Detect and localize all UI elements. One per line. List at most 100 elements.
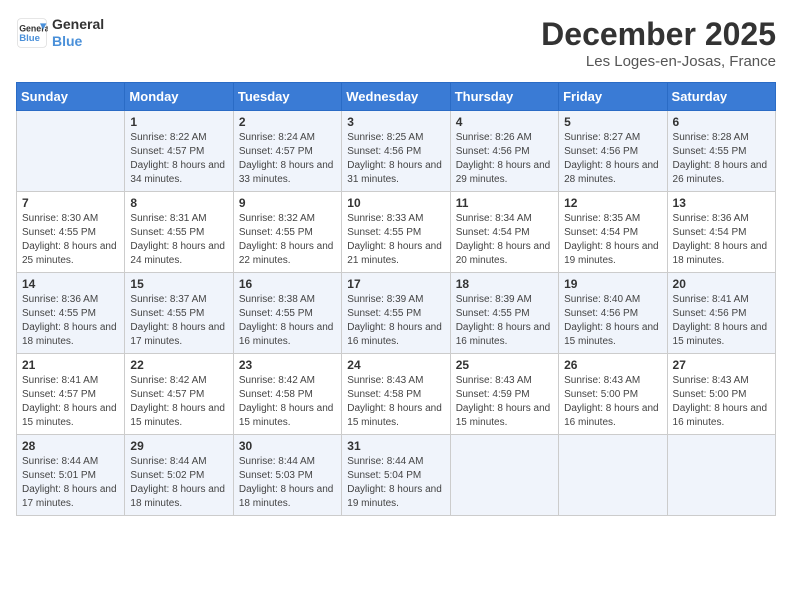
day-number: 11	[456, 196, 553, 210]
col-wednesday: Wednesday	[342, 83, 450, 111]
day-info: Sunrise: 8:43 AM Sunset: 5:00 PM Dayligh…	[673, 374, 770, 430]
day-info: Sunrise: 8:42 AM Sunset: 4:58 PM Dayligh…	[239, 374, 336, 430]
calendar-cell: 4 Sunrise: 8:26 AM Sunset: 4:56 PM Daylig…	[450, 111, 558, 192]
month-title: December 2025	[541, 16, 776, 53]
day-info: Sunrise: 8:41 AM Sunset: 4:57 PM Dayligh…	[22, 374, 119, 430]
calendar-cell: 20Sunrise: 8:41 AM Sunset: 4:56 PM Dayli…	[667, 273, 775, 354]
day-info: Sunrise: 8:43 AM Sunset: 5:00 PM Dayligh…	[564, 374, 661, 430]
day-number: 28	[22, 439, 119, 453]
calendar-week-2: 7 Sunrise: 8:30 AM Sunset: 4:55 PM Daylig…	[17, 192, 776, 273]
calendar-cell: 8Sunrise: 8:31 AM Sunset: 4:55 PM Daylig…	[125, 192, 233, 273]
calendar-cell: 27 Sunrise: 8:43 AM Sunset: 5:00 PM Dayli…	[667, 354, 775, 435]
calendar-cell: 9Sunrise: 8:32 AM Sunset: 4:55 PM Daylig…	[233, 192, 341, 273]
calendar-cell: 26Sunrise: 8:43 AM Sunset: 5:00 PM Dayli…	[559, 354, 667, 435]
day-info: Sunrise: 8:34 AM Sunset: 4:54 PM Dayligh…	[456, 212, 553, 268]
logo-text-blue: Blue	[52, 33, 104, 50]
day-info: Sunrise: 8:30 AM Sunset: 4:55 PM Dayligh…	[22, 212, 119, 268]
day-number: 13	[673, 196, 770, 210]
day-number: 15	[130, 277, 227, 291]
col-friday: Friday	[559, 83, 667, 111]
calendar-week-1: 1 Sunrise: 8:22 AM Sunset: 4:57 PM Daylig…	[17, 111, 776, 192]
calendar-cell: 17Sunrise: 8:39 AM Sunset: 4:55 PM Dayli…	[342, 273, 450, 354]
day-info: Sunrise: 8:35 AM Sunset: 4:54 PM Dayligh…	[564, 212, 661, 268]
day-number: 10	[347, 196, 444, 210]
day-info: Sunrise: 8:38 AM Sunset: 4:55 PM Dayligh…	[239, 293, 336, 349]
calendar-cell	[559, 435, 667, 516]
calendar-cell: 12Sunrise: 8:35 AM Sunset: 4:54 PM Dayli…	[559, 192, 667, 273]
calendar-cell	[450, 435, 558, 516]
day-info: Sunrise: 8:33 AM Sunset: 4:55 PM Dayligh…	[347, 212, 444, 268]
day-info: Sunrise: 8:44 AM Sunset: 5:03 PM Dayligh…	[239, 455, 336, 511]
calendar-cell: 23 Sunrise: 8:42 AM Sunset: 4:58 PM Dayli…	[233, 354, 341, 435]
day-number: 24	[347, 358, 444, 372]
day-info: Sunrise: 8:42 AM Sunset: 4:57 PM Dayligh…	[130, 374, 227, 430]
calendar-cell: 2 Sunrise: 8:24 AM Sunset: 4:57 PM Daylig…	[233, 111, 341, 192]
calendar-week-5: 28 Sunrise: 8:44 AM Sunset: 5:01 PM Dayli…	[17, 435, 776, 516]
calendar-cell	[667, 435, 775, 516]
day-number: 21	[22, 358, 119, 372]
day-info: Sunrise: 8:43 AM Sunset: 4:58 PM Dayligh…	[347, 374, 444, 430]
calendar-cell: 25 Sunrise: 8:43 AM Sunset: 4:59 PM Dayli…	[450, 354, 558, 435]
day-number: 31	[347, 439, 444, 453]
col-thursday: Thursday	[450, 83, 558, 111]
calendar-cell: 16Sunrise: 8:38 AM Sunset: 4:55 PM Dayli…	[233, 273, 341, 354]
day-number: 14	[22, 277, 119, 291]
day-info: Sunrise: 8:28 AM Sunset: 4:55 PM Dayligh…	[673, 131, 770, 187]
day-number: 7	[22, 196, 119, 210]
col-sunday: Sunday	[17, 83, 125, 111]
day-info: Sunrise: 8:22 AM Sunset: 4:57 PM Dayligh…	[130, 131, 227, 187]
day-number: 29	[130, 439, 227, 453]
day-info: Sunrise: 8:32 AM Sunset: 4:55 PM Dayligh…	[239, 212, 336, 268]
calendar-week-3: 14 Sunrise: 8:36 AM Sunset: 4:55 PM Dayli…	[17, 273, 776, 354]
calendar-cell: 28 Sunrise: 8:44 AM Sunset: 5:01 PM Dayli…	[17, 435, 125, 516]
day-number: 4	[456, 115, 553, 129]
day-number: 25	[456, 358, 553, 372]
calendar-table: Sunday Monday Tuesday Wednesday Thursday…	[16, 82, 776, 516]
calendar-cell: 3Sunrise: 8:25 AM Sunset: 4:56 PM Daylig…	[342, 111, 450, 192]
location: Les Loges-en-Josas, France	[541, 53, 776, 70]
day-number: 2	[239, 115, 336, 129]
day-info: Sunrise: 8:37 AM Sunset: 4:55 PM Dayligh…	[130, 293, 227, 349]
day-number: 1	[130, 115, 227, 129]
calendar-cell: 10 Sunrise: 8:33 AM Sunset: 4:55 PM Dayli…	[342, 192, 450, 273]
calendar-cell: 6 Sunrise: 8:28 AM Sunset: 4:55 PM Daylig…	[667, 111, 775, 192]
day-number: 8	[130, 196, 227, 210]
calendar-cell: 1 Sunrise: 8:22 AM Sunset: 4:57 PM Daylig…	[125, 111, 233, 192]
day-info: Sunrise: 8:27 AM Sunset: 4:56 PM Dayligh…	[564, 131, 661, 187]
title-block: December 2025 Les Loges-en-Josas, France	[541, 16, 776, 70]
header-row: Sunday Monday Tuesday Wednesday Thursday…	[17, 83, 776, 111]
logo-text-general: General	[52, 16, 104, 33]
calendar-cell: 24 Sunrise: 8:43 AM Sunset: 4:58 PM Dayli…	[342, 354, 450, 435]
day-info: Sunrise: 8:44 AM Sunset: 5:01 PM Dayligh…	[22, 455, 119, 511]
day-info: Sunrise: 8:26 AM Sunset: 4:56 PM Dayligh…	[456, 131, 553, 187]
day-info: Sunrise: 8:43 AM Sunset: 4:59 PM Dayligh…	[456, 374, 553, 430]
col-saturday: Saturday	[667, 83, 775, 111]
day-info: Sunrise: 8:44 AM Sunset: 5:02 PM Dayligh…	[130, 455, 227, 511]
day-info: Sunrise: 8:39 AM Sunset: 4:55 PM Dayligh…	[456, 293, 553, 349]
day-number: 27	[673, 358, 770, 372]
day-number: 30	[239, 439, 336, 453]
day-info: Sunrise: 8:40 AM Sunset: 4:56 PM Dayligh…	[564, 293, 661, 349]
day-number: 23	[239, 358, 336, 372]
calendar-cell: 31 Sunrise: 8:44 AM Sunset: 5:04 PM Dayli…	[342, 435, 450, 516]
col-monday: Monday	[125, 83, 233, 111]
day-info: Sunrise: 8:36 AM Sunset: 4:54 PM Dayligh…	[673, 212, 770, 268]
calendar-cell: 29 Sunrise: 8:44 AM Sunset: 5:02 PM Dayli…	[125, 435, 233, 516]
calendar-cell: 13 Sunrise: 8:36 AM Sunset: 4:54 PM Dayli…	[667, 192, 775, 273]
calendar-cell: 18 Sunrise: 8:39 AM Sunset: 4:55 PM Dayli…	[450, 273, 558, 354]
calendar-cell: 5 Sunrise: 8:27 AM Sunset: 4:56 PM Daylig…	[559, 111, 667, 192]
day-number: 19	[564, 277, 661, 291]
day-number: 18	[456, 277, 553, 291]
day-number: 3	[347, 115, 444, 129]
calendar-cell	[17, 111, 125, 192]
calendar-cell: 14 Sunrise: 8:36 AM Sunset: 4:55 PM Dayli…	[17, 273, 125, 354]
day-info: Sunrise: 8:24 AM Sunset: 4:57 PM Dayligh…	[239, 131, 336, 187]
logo: General Blue General Blue	[16, 16, 104, 50]
day-info: Sunrise: 8:39 AM Sunset: 4:55 PM Dayligh…	[347, 293, 444, 349]
calendar-cell: 19 Sunrise: 8:40 AM Sunset: 4:56 PM Dayli…	[559, 273, 667, 354]
day-info: Sunrise: 8:36 AM Sunset: 4:55 PM Dayligh…	[22, 293, 119, 349]
calendar-cell: 21 Sunrise: 8:41 AM Sunset: 4:57 PM Dayli…	[17, 354, 125, 435]
day-info: Sunrise: 8:44 AM Sunset: 5:04 PM Dayligh…	[347, 455, 444, 511]
day-number: 5	[564, 115, 661, 129]
day-number: 6	[673, 115, 770, 129]
